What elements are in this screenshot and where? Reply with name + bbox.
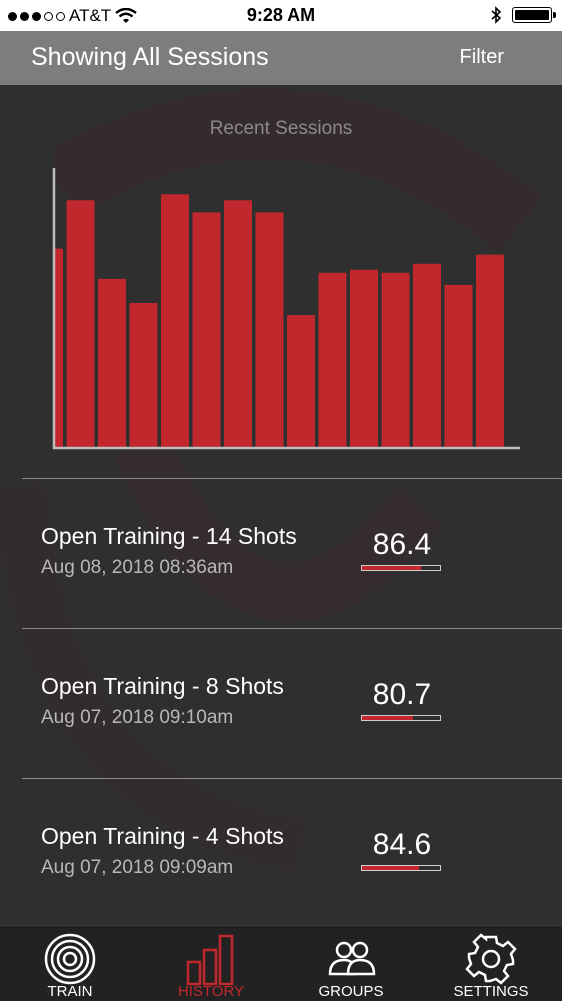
tab-bar: TRAIN HISTORY GROUPS SETTINGS [0,925,562,1001]
tab-train[interactable]: TRAIN [0,926,140,1001]
session-name: Open Training - 4 Shots [41,823,284,849]
chart-bar [161,194,189,448]
chart-title: Recent Sessions [209,118,353,139]
tab-settings[interactable]: SETTINGS [421,926,561,1001]
tab-label: TRAIN [47,983,93,1000]
chart-bar [192,212,221,448]
chart-bar [287,315,315,448]
chart-bar [444,284,473,448]
chart-bar [255,212,284,448]
chart-bar [350,269,378,448]
chart-bar [224,200,252,448]
bluetooth-icon [491,6,502,24]
header-bar: Showing All Sessions Filter [0,31,562,85]
status-right [490,6,556,24]
chart-bar [381,272,410,448]
chart-bar [129,303,158,448]
status-bar: AT&T 9:28 AM [0,0,562,31]
tab-label: SETTINGS [453,983,529,1000]
battery-icon [512,7,556,23]
session-score: 86.4 [372,528,432,561]
sessions-chart [0,150,520,460]
tab-history[interactable]: HISTORY [141,926,281,1001]
session-date: Aug 07, 2018 09:09am [41,857,234,878]
target-icon [44,933,96,985]
tab-groups[interactable]: GROUPS [281,926,421,1001]
filter-button[interactable]: Filter [460,46,504,69]
session-row[interactable]: Open Training - 4 Shots Aug 07, 2018 09:… [0,779,562,927]
people-icon [328,941,376,976]
session-row[interactable]: Open Training - 14 Shots Aug 08, 2018 08… [0,479,562,627]
session-score: 80.7 [372,678,432,711]
page-title: Showing All Sessions [31,43,269,71]
status-time: 9:28 AM [246,5,316,25]
score-bar [361,565,441,571]
tab-label: GROUPS [318,983,384,1000]
session-row[interactable]: Open Training - 8 Shots Aug 07, 2018 09:… [0,629,562,777]
gear-icon [465,933,517,985]
chart-bar [98,278,126,448]
session-date: Aug 07, 2018 09:10am [41,707,234,728]
session-name: Open Training - 14 Shots [41,523,297,549]
chart-bar [476,254,504,448]
chart-bar [413,263,441,448]
score-bar [361,865,441,871]
chart-bar [318,272,347,448]
chart-left-mask [0,150,54,460]
tab-label: HISTORY [177,983,245,1000]
session-score: 84.6 [372,828,432,861]
chart-bar [66,200,95,448]
session-name: Open Training - 8 Shots [41,673,284,699]
session-date: Aug 08, 2018 08:36am [41,557,234,578]
score-bar [361,715,441,721]
bar-chart-icon [186,934,234,986]
